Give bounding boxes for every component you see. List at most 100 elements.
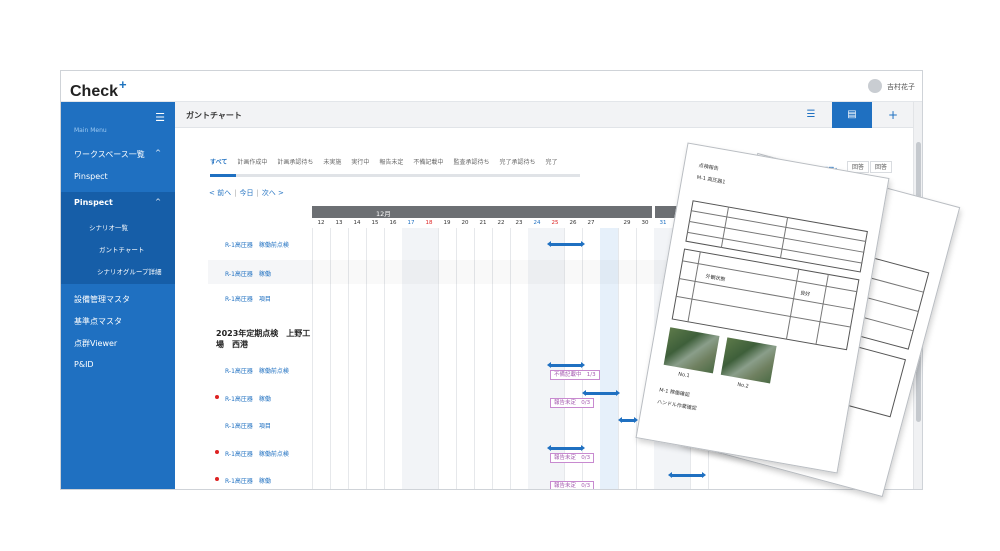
page-header: ガントチャート ☰ ▤ + (175, 102, 913, 128)
doc-section-title: M-1 稼働確認 (658, 387, 691, 399)
list-view-button[interactable]: ☰ (791, 102, 831, 128)
sidebar-item-scenario-group[interactable]: シナリオグループ詳細 (61, 266, 175, 276)
status-badge[interactable]: 報告未定 0/3 (550, 481, 595, 489)
add-button[interactable]: + (873, 102, 913, 128)
day-label: 16 (389, 220, 397, 226)
sidebar-item-label: Pinspect (74, 198, 113, 207)
sidebar-item-gantt[interactable]: ガントチャート (61, 244, 175, 254)
day-label: 30 (641, 220, 649, 226)
photo-caption: No.1 (677, 371, 691, 380)
sidebar-item-label: 基準点マスタ (74, 317, 122, 326)
task-bar[interactable] (547, 445, 585, 451)
sidebar-item-scenario-list[interactable]: シナリオ一覧 (61, 222, 175, 232)
task-row[interactable]: R-1高圧器 稼働 (208, 260, 312, 284)
task-label: R-1高圧器 稼働 (225, 271, 271, 278)
month-label: 12月 (376, 210, 391, 218)
task-row[interactable]: R-1高圧器 項目 (208, 421, 312, 431)
logo-text: Check (70, 83, 119, 100)
status-filter-button-2[interactable]: 回答 (870, 161, 893, 173)
tab-report-pending[interactable]: 報告未定 (379, 159, 403, 166)
day-label: 17 (407, 220, 415, 226)
status-badge[interactable]: 報告未定 0/3 (550, 453, 595, 463)
day-label: 23 (515, 220, 523, 226)
tab-all[interactable]: すべて (210, 159, 227, 166)
sidebar-item-label: 点群Viewer (74, 339, 118, 348)
sidebar-item-workspaces[interactable]: ワークスペース一覧 ^ (61, 149, 175, 165)
task-bar[interactable] (618, 417, 638, 423)
sidebar-item-pid[interactable]: P&ID (61, 360, 175, 369)
sidebar-item-label: ガントチャート (99, 246, 145, 254)
task-bar[interactable] (547, 241, 585, 247)
inspection-photo (720, 337, 777, 384)
day-label: 29 (623, 220, 631, 226)
status-badge[interactable]: 報告未定 0/3 (550, 398, 595, 408)
tab-plan-creating[interactable]: 計画作成中 (237, 159, 267, 166)
group-title: 2023年定期点検 上野工場 西港 (216, 329, 311, 349)
next-button[interactable]: 次へ > (262, 189, 284, 197)
tab-not-started[interactable]: 未実施 (323, 159, 341, 166)
date-navigation: < 前へ | 今日 | 次へ > (209, 188, 284, 198)
day-label: 20 (461, 220, 469, 226)
tab-running[interactable]: 実行中 (351, 159, 369, 166)
app-logo[interactable]: Check+ (70, 77, 127, 101)
sidebar-item-label: P&ID (74, 360, 94, 369)
status-tabs: すべて 計画作成中 計画承認待ち 未実施 実行中 報告未定 不備記載中 監査承認待ち 完了承認待… (210, 157, 567, 171)
task-bar[interactable] (547, 362, 585, 368)
tab-audit-approval[interactable]: 監査承認待ち (453, 159, 489, 166)
tab-active-indicator (210, 174, 236, 177)
user-name[interactable]: 吉村花子 (887, 82, 915, 92)
tab-completion-approval[interactable]: 完了承認待ち (499, 159, 535, 166)
task-label: R-1高圧器 稼働前点検 (225, 368, 289, 375)
prev-button[interactable]: < 前へ (209, 189, 231, 197)
day-label: 12 (317, 220, 325, 226)
alert-dot-icon (215, 395, 219, 399)
task-row[interactable]: R-1高圧器 稼働前点検 (208, 449, 312, 459)
task-row[interactable]: R-1高圧器 稼働 (208, 476, 312, 486)
badge-count: 0/3 (581, 455, 591, 461)
day-label: 27 (587, 220, 595, 226)
day-header: 12 13 14 15 16 17 18 19 20 21 22 23 24 25 26 27 28 29 30 31… (312, 217, 732, 228)
sidebar-item-label: 設備管理マスタ (74, 295, 130, 304)
divider: | (256, 189, 259, 197)
sidebar-item-reference-master[interactable]: 基準点マスタ (61, 316, 175, 327)
tab-defect-entry[interactable]: 不備記載中 (413, 159, 443, 166)
sidebar-item-equipment-master[interactable]: 設備管理マスタ (61, 294, 175, 305)
status-badge[interactable]: 不備記載中 1/3 (550, 370, 600, 380)
badge-count: 0/3 (581, 483, 591, 489)
doc-title: 点検報告 (698, 162, 719, 173)
gantt-view-button[interactable]: ▤ (832, 102, 872, 128)
task-row[interactable]: R-1高圧器 稼働 (208, 394, 312, 404)
alert-dot-icon (215, 450, 219, 454)
task-bar[interactable] (668, 472, 706, 478)
hamburger-menu-icon[interactable]: ☰ (155, 111, 165, 124)
day-label: 28 (600, 217, 618, 228)
today-button[interactable]: 今日 (239, 189, 253, 197)
task-label: R-1高圧器 項目 (225, 423, 271, 430)
day-label: 21 (479, 220, 487, 226)
day-label: 22 (497, 220, 505, 226)
main-menu-label: Main Menu (74, 127, 107, 134)
page-title: ガントチャート (186, 111, 242, 120)
sidebar-item-pointcloud[interactable]: 点群Viewer (61, 338, 175, 349)
tab-underline (210, 174, 580, 177)
day-label: 14 (353, 220, 361, 226)
task-row[interactable]: R-1高圧器 稼働前点検 (208, 240, 312, 250)
chevron-up-icon: ^ (155, 149, 161, 157)
list-icon: ☰ (806, 109, 816, 120)
sidebar-item-pinspect-top[interactable]: Pinspect (61, 172, 175, 186)
alert-dot-icon (215, 477, 219, 481)
doc-subtitle: M-1 高圧器1 (696, 174, 726, 186)
tab-plan-approval[interactable]: 計画承認待ち (277, 159, 313, 166)
day-label: 26 (569, 220, 577, 226)
photo-caption: No.2 (736, 381, 750, 390)
task-row[interactable]: R-1高圧器 稼働前点検 (208, 366, 312, 376)
day-label: 13 (335, 220, 343, 226)
sidebar-item-label: シナリオ一覧 (89, 224, 128, 232)
divider: | (234, 189, 237, 197)
task-row[interactable]: R-1高圧器 項目 (208, 294, 312, 304)
task-label: R-1高圧器 稼働前点検 (225, 451, 289, 458)
task-bar[interactable] (582, 390, 620, 396)
day-label: 25 (551, 220, 559, 226)
tab-completed[interactable]: 完了 (545, 159, 557, 166)
user-avatar-icon[interactable] (868, 79, 882, 93)
